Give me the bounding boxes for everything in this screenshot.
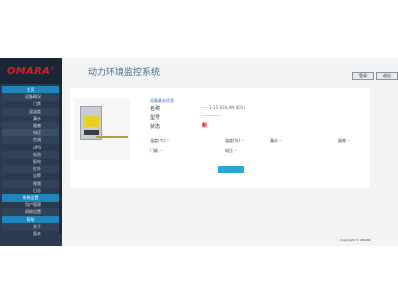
page-title: 动力环境监控系统 [88,68,161,78]
device-body [80,106,102,140]
app-window: OMARA® 主页 设备概况 门禁 温湿度 漏水 烟感 电压 空调 UPS 电池 配电 红外 告警 视频日… [0,58,398,246]
sensor-voltage: 电压 -- [225,148,238,153]
sensor-smoke: 烟感 -- [338,138,351,143]
device-screen [84,116,99,127]
sensor-humidity: 湿度(%) -- [225,138,245,143]
logo: OMARA® [0,58,62,84]
device-panel: 设备基本信息 名称 ---- 1-21-03(LAN-001) 型号 -----… [70,88,370,188]
sensor-door: 门磁 -- [150,148,163,153]
sidebar: OMARA® 主页 设备概况 门禁 温湿度 漏水 烟感 电压 空调 UPS 电池 配电 红外 告警 视频日… [0,58,62,246]
model-label: 型号 [150,115,161,121]
status-value: 断 [202,123,208,129]
name-value: ---- 1-21-03(LAN-001) [202,105,245,110]
name-label: 名称 [150,106,161,112]
sensor-temperature: 温度(℃) -- [150,138,170,143]
device-image [74,98,130,160]
section-title: 设备基本信息 [150,98,174,103]
sidebar-item-20[interactable]: 版本 [2,230,59,238]
header: 动力环境监控系统 登录 退出 [62,58,398,84]
model-value: ------------- [202,113,221,118]
apply-button[interactable]: 确定 [218,166,244,173]
sensor-leak: 漏水 -- [270,138,283,143]
logout-button[interactable]: 退出 [376,72,398,80]
status-label: 状态 [150,124,161,130]
device-cable [96,136,128,138]
device-indicator [84,130,99,135]
sidebar-scrollbar[interactable] [59,84,62,234]
brand-name: OMARA® [7,66,55,77]
footer-text: Copyright © OMARA [340,238,371,242]
login-button[interactable]: 登录 [352,72,374,80]
